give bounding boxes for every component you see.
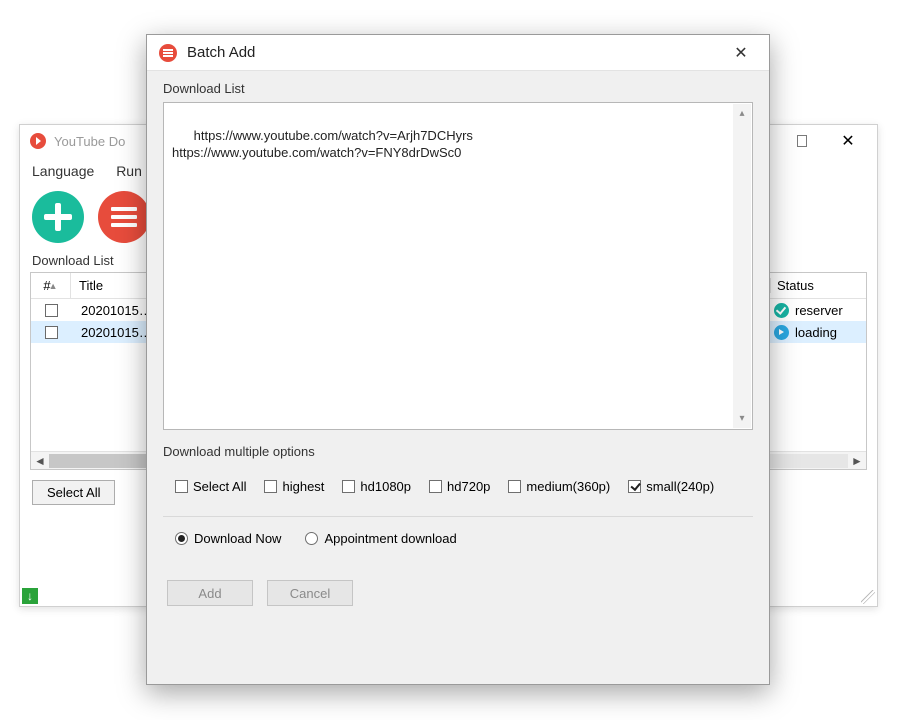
list-icon [111,203,137,231]
options-label: Download multiple options [163,444,753,459]
radio-icon [305,532,318,545]
close-button[interactable]: ✕ [825,131,871,151]
add-button[interactable] [32,191,84,243]
option-small-240p-[interactable]: small(240p) [628,479,714,494]
quality-options: Select All highest hd1080p hd720p medium(360… [163,479,753,494]
checkbox-icon [342,480,355,493]
dialog-buttons: Add Cancel [163,580,753,606]
menu-language[interactable]: Language [32,163,94,179]
option-hd720p[interactable]: hd720p [429,479,490,494]
option-highest[interactable]: highest [264,479,324,494]
download-indicator-icon[interactable]: ↓ [22,588,38,604]
option-medium-360p-[interactable]: medium(360p) [508,479,610,494]
app-icon [30,133,46,149]
batch-icon [159,44,177,62]
batch-button[interactable] [98,191,150,243]
checkbox-icon [508,480,521,493]
batch-add-dialog: Batch Add ✕ Download List https://www.yo… [146,34,770,685]
dialog-body: Download List https://www.youtube.com/wa… [147,71,769,684]
url-textarea[interactable]: https://www.youtube.com/watch?v=Arjh7DCH… [163,102,753,430]
scroll-right-icon[interactable]: ► [848,454,866,468]
textarea-scrollbar[interactable]: ▴ ▾ [733,104,751,428]
option-select-all[interactable]: Select All [175,479,246,494]
scroll-up-icon[interactable]: ▴ [739,107,744,121]
row-status: loading [770,325,866,340]
reserver-icon [774,303,789,318]
dialog-titlebar: Batch Add ✕ [147,35,769,71]
menu-run[interactable]: Run [116,163,142,179]
radio-download-now[interactable]: Download Now [175,531,281,546]
timing-options: Download Now Appointment download [163,531,753,546]
checkbox-icon [264,480,277,493]
checkbox-icon [429,480,442,493]
row-checkbox[interactable] [31,326,71,339]
col-status[interactable]: Status [770,278,866,293]
textarea-content: https://www.youtube.com/watch?v=Arjh7DCH… [172,128,473,161]
sort-caret-icon: ▲ [49,281,58,291]
radio-appointment-download[interactable]: Appointment download [305,531,456,546]
dialog-title: Batch Add [187,44,255,61]
option-hd1080p[interactable]: hd1080p [342,479,411,494]
select-all-button[interactable]: Select All [32,480,115,505]
scroll-down-icon[interactable]: ▾ [739,412,744,426]
add-button[interactable]: Add [167,580,253,606]
download-list-label: Download List [163,81,753,96]
row-status: reserver [770,303,866,318]
checkbox-icon [628,480,641,493]
dialog-close-button[interactable]: ✕ [721,43,761,63]
radio-icon [175,532,188,545]
scroll-left-icon[interactable]: ◄ [31,454,49,468]
loading-icon [774,325,789,340]
divider [163,516,753,517]
checkbox-icon [175,480,188,493]
maximize-button[interactable] [779,135,825,147]
cancel-button[interactable]: Cancel [267,580,353,606]
col-checkbox[interactable]: #▲ [31,273,71,298]
row-checkbox[interactable] [31,304,71,317]
resize-grip-icon[interactable] [861,590,875,604]
